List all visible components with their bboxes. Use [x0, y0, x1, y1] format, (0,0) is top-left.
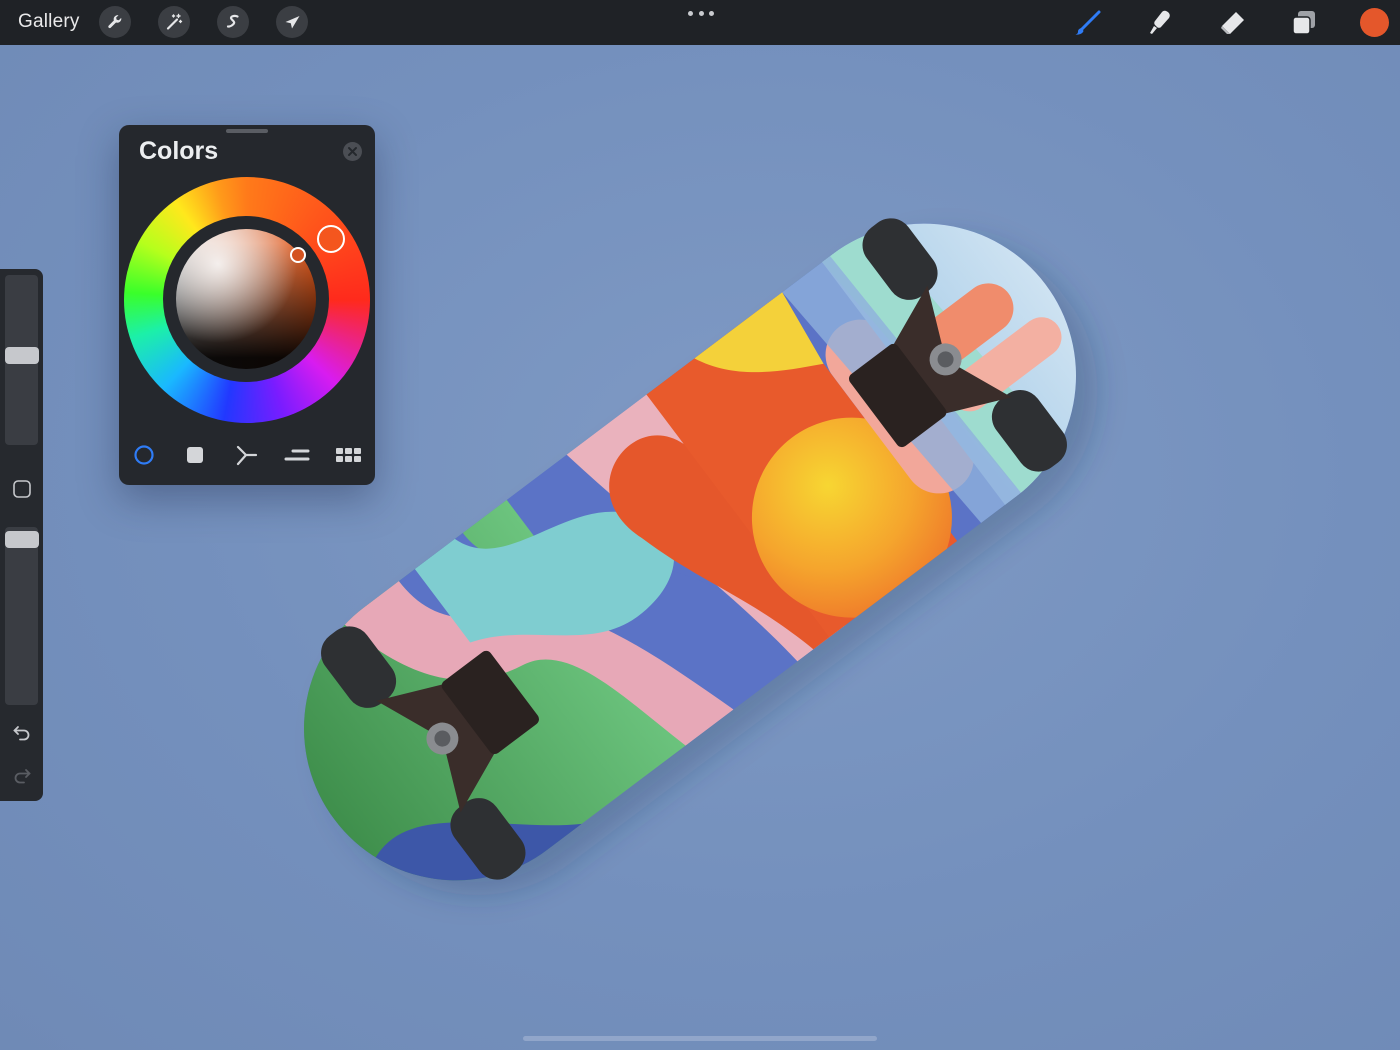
eraser-tool-button[interactable] [1216, 7, 1248, 39]
close-panel-button[interactable] [343, 142, 362, 161]
tab-classic[interactable] [182, 443, 208, 467]
tab-value[interactable] [284, 443, 310, 467]
layers-button[interactable] [1288, 7, 1320, 39]
dot-icon [698, 10, 704, 16]
smudge-icon [1150, 10, 1170, 34]
brush-size-thumb[interactable] [5, 347, 39, 364]
magic-wand-icon [166, 13, 183, 30]
palettes-grid-icon [336, 448, 361, 462]
transform-button[interactable] [276, 6, 308, 38]
eraser-icon [1221, 12, 1244, 34]
smudge-tool-button[interactable] [1144, 7, 1176, 39]
dot-icon [688, 10, 693, 16]
more-options-button[interactable] [688, 8, 714, 18]
value-sliders-icon [284, 449, 310, 461]
selection-button[interactable] [217, 6, 249, 38]
skateboard-deck [243, 162, 1137, 942]
tab-harmony[interactable] [233, 443, 259, 467]
tab-disc[interactable] [131, 443, 157, 467]
layers-icon [1292, 11, 1315, 35]
disc-icon [134, 445, 154, 465]
dot-icon [709, 10, 714, 16]
undo-icon [12, 725, 29, 740]
opacity-thumb[interactable] [5, 531, 39, 548]
gallery-button[interactable]: Gallery [18, 11, 80, 33]
redo-button[interactable] [10, 763, 33, 786]
home-indicator[interactable] [523, 1036, 877, 1041]
brush-icon [1075, 10, 1101, 35]
transform-arrow-icon [285, 16, 300, 29]
modify-button[interactable] [10, 477, 33, 500]
hue-handle[interactable] [317, 225, 345, 253]
current-color-button[interactable] [1360, 8, 1389, 37]
colors-panel: Colors [119, 125, 375, 485]
harmony-icon [236, 445, 258, 466]
adjustments-button[interactable] [158, 6, 190, 38]
actions-button[interactable] [99, 6, 131, 38]
selection-s-icon [226, 14, 239, 28]
tab-palettes[interactable] [335, 443, 361, 467]
wrench-icon [108, 15, 122, 29]
classic-square-icon [187, 447, 203, 463]
panel-title: Colors [139, 137, 219, 165]
redo-icon [14, 768, 31, 783]
top-toolbar: Gallery [0, 0, 1400, 45]
left-sidebar [0, 269, 43, 801]
color-picker-handle[interactable] [290, 247, 306, 263]
opacity-slider[interactable] [5, 527, 38, 705]
paint-tool-button[interactable] [1072, 7, 1104, 39]
close-icon [348, 147, 357, 156]
panel-grabber[interactable] [226, 129, 268, 133]
square-icon [12, 479, 31, 498]
undo-button[interactable] [10, 720, 33, 743]
